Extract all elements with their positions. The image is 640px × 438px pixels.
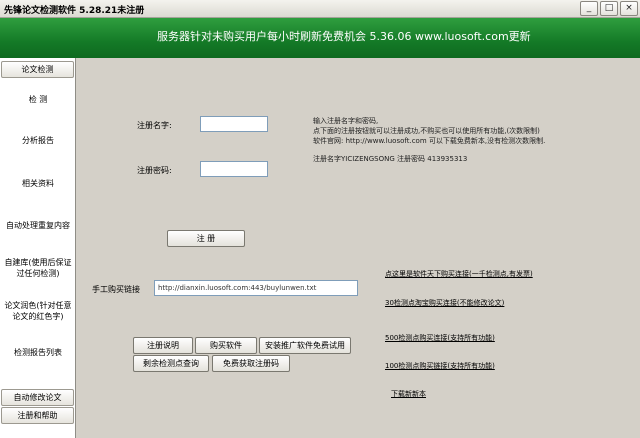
title-bar: 先锋论文检测软件 5.28.21未注册 _ □ × <box>0 0 640 18</box>
register-help-button[interactable]: 注册说明 <box>133 337 193 354</box>
buy-link-taobao-30[interactable]: 30检测点淘宝购买连接(不能修改论文) <box>385 298 504 308</box>
sidebar-tab-paper-check[interactable]: 论文检测 <box>1 61 74 78</box>
close-button[interactable]: × <box>620 1 638 16</box>
window-title: 先锋论文检测软件 5.28.21未注册 <box>4 6 145 16</box>
buy-link-100[interactable]: 100检测点购买链接(支持所有功能) <box>385 361 495 371</box>
name-label: 注册名字: <box>137 121 172 130</box>
sidebar-item-analysis-report[interactable]: 分析报告 <box>0 135 76 146</box>
info-line-2: 点下面的注册按钮就可以注册成功,不购买也可以使用所有功能,(次数限制) <box>313 127 540 135</box>
buy-link-500[interactable]: 500检测点购买连接(支持所有功能) <box>385 333 495 343</box>
buy-link-label: 手工购买链接 <box>92 285 140 294</box>
code-input[interactable] <box>200 161 268 177</box>
buy-link-tianxia[interactable]: 点这里是软件天下购买连接(一千检测点,有发票) <box>385 269 533 279</box>
free-code-button[interactable]: 免费获取注册码 <box>212 355 290 372</box>
download-new-link[interactable]: 下载新新本 <box>391 389 426 399</box>
code-label: 注册密码: <box>137 166 172 175</box>
sidebar-item-report-list[interactable]: 检测报告列表 <box>0 347 76 358</box>
buy-software-button[interactable]: 购买软件 <box>195 337 257 354</box>
registration-panel: 注册名字: 注册密码: 输入注册名字和密码, 点下面的注册按钮就可以注册成功,不… <box>77 58 640 438</box>
sidebar-item-related-info[interactable]: 相关资料 <box>0 178 76 189</box>
register-button[interactable]: 注 册 <box>167 230 245 247</box>
sidebar-item-polish[interactable]: 论文润色(针对任意论文的红色字) <box>0 300 76 322</box>
minimize-button[interactable]: _ <box>580 1 598 16</box>
sidebar: 论文检测 检 测 分析报告 相关资料 自动处理重复内容 自建库(使用后保证过任何… <box>0 58 76 438</box>
sidebar-tab-register-help[interactable]: 注册和帮助 <box>1 407 74 424</box>
install-trial-button[interactable]: 安装推广软件免费试用 <box>259 337 351 354</box>
buy-link-input[interactable]: http://dianxin.luosoft.com:443/buylunwen… <box>154 280 358 296</box>
sidebar-item-auto-dedupe[interactable]: 自动处理重复内容 <box>0 220 76 231</box>
info-line-1: 输入注册名字和密码, <box>313 117 379 125</box>
name-input[interactable] <box>200 116 268 132</box>
announcement-banner: 服务器针对未购买用户每小时刷新免费机会 5.36.06 www.luosoft.… <box>0 18 640 58</box>
registration-info: 输入注册名字和密码, 点下面的注册按钮就可以注册成功,不购买也可以使用所有功能,… <box>313 116 545 164</box>
banner-text: 服务器针对未购买用户每小时刷新免费机会 5.36.06 www.luosoft.… <box>157 30 531 43</box>
sidebar-item-check[interactable]: 检 测 <box>0 94 76 105</box>
remaining-points-button[interactable]: 剩余检测点查询 <box>133 355 209 372</box>
sidebar-tab-auto-revise[interactable]: 自动修改论文 <box>1 389 74 406</box>
window-controls: _ □ × <box>580 1 638 16</box>
maximize-button[interactable]: □ <box>600 1 618 16</box>
sidebar-item-custom-library[interactable]: 自建库(使用后保证过任何检测) <box>0 257 76 279</box>
info-line-4: 注册名字YICIZENGSONG 注册密码 413935313 <box>313 155 468 163</box>
info-line-3: 软件官网: http://www.luosoft.com 可以下载免费新本,没有… <box>313 137 546 145</box>
